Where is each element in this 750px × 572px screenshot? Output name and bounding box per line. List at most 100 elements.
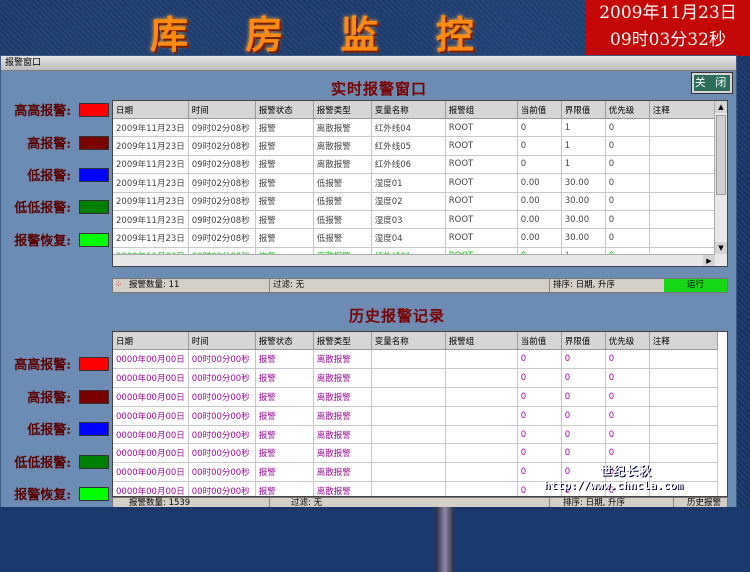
table-cell: 2009年11月23日 — [113, 118, 189, 138]
table-row[interactable]: 0000年00月00日 00时00分00秒 报警 离散报警 0 0 0 — [113, 443, 718, 464]
table-row[interactable]: 0000年00月00日 00时00分00秒 报警 离散报警 0 0 0 — [113, 368, 718, 388]
legend-label: 报警恢复: — [14, 234, 71, 249]
history-legend-item: 低低报警: — [1, 452, 109, 471]
table-cell: 报警 — [255, 462, 314, 483]
table-cell: 红外线04 — [371, 118, 446, 138]
column-header[interactable]: 报警组 — [445, 332, 518, 350]
table-cell: 0 — [561, 368, 606, 388]
table-cell — [649, 118, 718, 138]
table-cell: 0000年00月00日 — [113, 481, 189, 496]
table-cell: 离散报警 — [313, 155, 372, 175]
table-row[interactable]: 0000年00月00日 00时00分00秒 报警 离散报警 0 0 0 — [113, 387, 718, 407]
table-cell: 09时02分08秒 — [188, 192, 256, 211]
legend-label: 报警恢复: — [14, 488, 71, 503]
table-cell: ROOT — [445, 136, 518, 156]
legend-label: 低报警: — [27, 169, 71, 184]
table-cell: 报警 — [255, 443, 314, 464]
watermark-url: http://www.chncla.com — [544, 479, 684, 492]
column-header[interactable]: 当前值 — [517, 332, 562, 350]
table-row[interactable]: 2009年11月23日 09时02分08秒 报警 离散报警 红外线04 ROOT 0 1 0 — [113, 118, 718, 138]
table-cell: 离散报警 — [313, 406, 372, 426]
table-cell — [371, 462, 446, 483]
table-row[interactable]: 2009年11月23日 09时02分08秒 报警 离散报警 红外线05 ROOT 0 1 0 — [113, 136, 718, 156]
table-cell: 2009年11月23日 — [113, 210, 189, 230]
desktop-background-footer — [0, 507, 750, 572]
column-header[interactable]: 报警类型 — [313, 101, 372, 119]
table-cell: 0 — [561, 425, 606, 445]
table-cell: 0 — [605, 192, 650, 211]
table-cell: ROOT — [445, 173, 518, 193]
table-cell: 湿度03 — [371, 210, 446, 230]
table-cell: 报警 — [255, 425, 314, 445]
column-header[interactable]: 注释 — [649, 332, 718, 350]
table-cell: 报警 — [255, 387, 314, 407]
column-header[interactable]: 报警状态 — [255, 101, 314, 119]
legend-color-swatch — [79, 486, 109, 501]
table-cell: 0 — [605, 349, 650, 369]
column-header[interactable]: 日期 — [113, 101, 189, 119]
table-cell: 报警 — [255, 210, 314, 230]
legend-color-swatch — [79, 135, 109, 150]
scroll-up-icon[interactable]: ▲ — [715, 101, 727, 113]
realtime-legend-item: 报警恢复: — [1, 230, 109, 249]
table-cell: 0 — [517, 387, 562, 407]
close-button[interactable]: 关 闭 — [691, 72, 733, 94]
column-header[interactable]: 时间 — [188, 332, 256, 350]
column-header[interactable]: 日期 — [113, 332, 189, 350]
table-cell: 低报警 — [313, 192, 372, 211]
column-header[interactable]: 界限值 — [561, 332, 606, 350]
table-cell: 0000年00月00日 — [113, 425, 189, 445]
table-cell: 0 — [517, 349, 562, 369]
table-cell — [371, 481, 446, 496]
column-header[interactable]: 优先级 — [605, 332, 650, 350]
table-cell: 湿度04 — [371, 228, 446, 248]
realtime-alarm-grid[interactable]: 日期 时间 报警状态 报警类型 变量名称 报警组 当前值 界限值 优先级 注释 2009年11月2… — [112, 100, 728, 267]
table-cell: 0 — [561, 387, 606, 407]
window-titlebar: 报警窗口 — [1, 56, 736, 71]
table-cell — [445, 368, 518, 388]
scroll-right-icon[interactable]: ▶ — [703, 255, 715, 266]
table-cell: 0 — [605, 368, 650, 388]
scroll-down-icon[interactable]: ▼ — [715, 242, 727, 254]
table-cell: 0 — [561, 443, 606, 464]
realtime-horizontal-scrollbar[interactable]: ▶ — [113, 254, 715, 266]
table-row[interactable]: 0000年00月00日 00时00分00秒 报警 离散报警 0 0 0 — [113, 425, 718, 445]
table-row[interactable]: 2009年11月23日 09时02分08秒 报警 低报警 湿度01 ROOT 0.00 30.… — [113, 173, 718, 193]
table-cell: 0000年00月00日 — [113, 368, 189, 388]
current-date: 2009年11月23日 — [599, 3, 737, 23]
column-header[interactable]: 报警状态 — [255, 332, 314, 350]
table-row[interactable]: 2009年11月23日 09时02分08秒 报警 低报警 湿度02 ROOT 0.00 30.… — [113, 192, 718, 211]
column-header[interactable]: 变量名称 — [371, 332, 446, 350]
column-header[interactable]: 优先级 — [605, 101, 650, 119]
table-cell: 报警 — [255, 481, 314, 496]
table-cell: 1 — [561, 155, 606, 175]
table-cell: 00时00分00秒 — [188, 349, 256, 369]
table-row[interactable]: 2009年11月23日 09时02分08秒 报警 低报警 湿度04 ROOT 0.00 30.… — [113, 228, 718, 248]
table-cell: 0000年00月00日 — [113, 462, 189, 483]
table-cell — [649, 368, 718, 388]
table-cell: 报警 — [255, 173, 314, 193]
column-header[interactable]: 时间 — [188, 101, 256, 119]
table-cell: 0 — [605, 443, 650, 464]
table-row[interactable]: 0000年00月00日 00时00分00秒 报警 离散报警 0 0 0 — [113, 406, 718, 426]
realtime-status-bar: ⁘ 报警数量: 11 过滤: 无 排序: 日期, 升序 运行 — [112, 278, 728, 293]
table-cell: 低报警 — [313, 173, 372, 193]
table-cell: 离散报警 — [313, 425, 372, 445]
realtime-vertical-scrollbar[interactable]: ▲ ▼ — [714, 101, 727, 266]
column-header[interactable]: 变量名称 — [371, 101, 446, 119]
table-cell — [445, 481, 518, 496]
table-row[interactable]: 2009年11月23日 09时02分08秒 报警 低报警 湿度03 ROOT 0.00 30.… — [113, 210, 718, 230]
table-row[interactable]: 2009年11月23日 09时02分08秒 报警 离散报警 红外线06 ROOT 0 1 0 — [113, 155, 718, 175]
realtime-count: 报警数量: 11 — [129, 280, 180, 290]
scroll-thumb[interactable] — [716, 115, 726, 195]
table-cell: 1 — [561, 136, 606, 156]
column-header[interactable]: 报警类型 — [313, 332, 372, 350]
column-header[interactable]: 界限值 — [561, 101, 606, 119]
legend-color-swatch — [79, 356, 109, 371]
column-header[interactable]: 报警组 — [445, 101, 518, 119]
table-cell: 0 — [605, 155, 650, 175]
column-header[interactable]: 当前值 — [517, 101, 562, 119]
table-row[interactable]: 0000年00月00日 00时00分00秒 报警 离散报警 0 0 0 — [113, 349, 718, 369]
column-header[interactable]: 注释 — [649, 101, 718, 119]
table-cell: 2009年11月23日 — [113, 136, 189, 156]
